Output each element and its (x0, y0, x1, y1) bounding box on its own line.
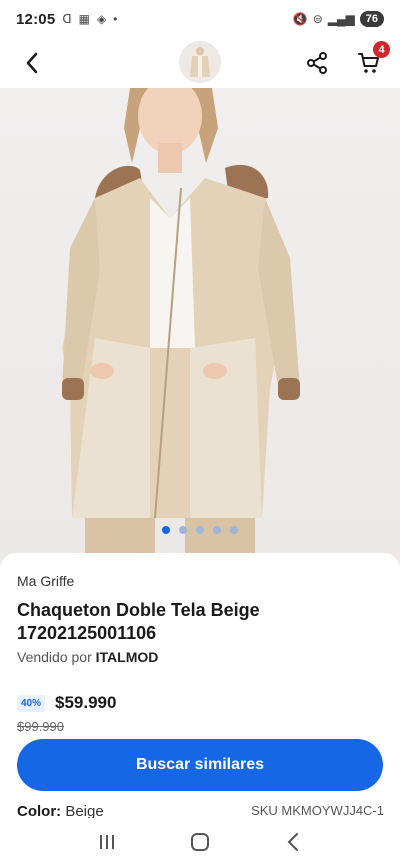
carousel-dot[interactable] (213, 526, 221, 534)
seller-prefix: Vendido por (17, 649, 96, 665)
nav-actions: 4 (302, 41, 390, 78)
home-button[interactable] (180, 824, 220, 860)
system-nav-bar (0, 818, 400, 866)
home-icon (190, 833, 209, 851)
dot-icon: • (113, 12, 118, 26)
share-icon (307, 52, 327, 74)
status-time: 12:05 (16, 10, 56, 28)
status-right: 🔇 ⊜ ▂▄▆ 76 (293, 11, 384, 27)
battery-indicator: 76 (359, 11, 384, 27)
chevron-left-icon (26, 52, 38, 74)
top-nav: 4 (0, 38, 400, 88)
recents-icon (99, 835, 114, 849)
current-price: $59.990 (55, 693, 117, 712)
status-bar: 12:05 ꓷ ▦ ◈ • 🔇 ⊜ ▂▄▆ 76 (0, 0, 400, 38)
recents-button[interactable] (87, 824, 127, 860)
seller-name[interactable]: ITALMOD (96, 649, 159, 665)
carousel-dots (0, 526, 400, 534)
brand-name[interactable]: Ma Griffe (17, 573, 74, 589)
system-back-button[interactable] (273, 824, 313, 860)
share-button[interactable] (302, 48, 332, 78)
original-price: $99.990 (17, 719, 64, 734)
product-photo (62, 88, 300, 568)
mute-icon: 🔇 (292, 12, 308, 26)
carousel-dot[interactable] (162, 526, 170, 534)
back-button[interactable] (16, 47, 48, 79)
product-info-sheet: Ma Griffe Chaqueton Doble Tela Beige 172… (0, 553, 400, 826)
coat-thumbnail-image (181, 43, 219, 81)
notification-icon: ꓷ (62, 12, 72, 26)
product-title: Chaqueton Doble Tela Beige 1720212500110… (17, 600, 260, 643)
seller-line: Vendido por ITALMOD (17, 649, 158, 665)
grid-icon: ▦ (78, 12, 90, 26)
carousel-dot[interactable] (179, 526, 187, 534)
product-thumbnail[interactable] (179, 41, 221, 83)
search-similar-button[interactable]: Buscar similares (17, 739, 383, 791)
carousel-dot[interactable] (196, 526, 204, 534)
carousel-dot[interactable] (230, 526, 238, 534)
product-image-carousel[interactable] (0, 88, 400, 568)
status-left: 12:05 ꓷ ▦ ◈ • (16, 11, 117, 28)
sku-text: SKU MKMOYWJJ4C-1 (251, 803, 384, 818)
discount-badge: 40% (17, 695, 46, 712)
cart-count-badge: 4 (373, 41, 390, 58)
box-icon: ◈ (96, 12, 107, 26)
signal-icon: ▂▄▆ (327, 12, 355, 26)
wifi-icon: ⊜ (312, 12, 323, 26)
cart-button[interactable]: 4 (354, 41, 390, 78)
back-icon (287, 833, 299, 851)
